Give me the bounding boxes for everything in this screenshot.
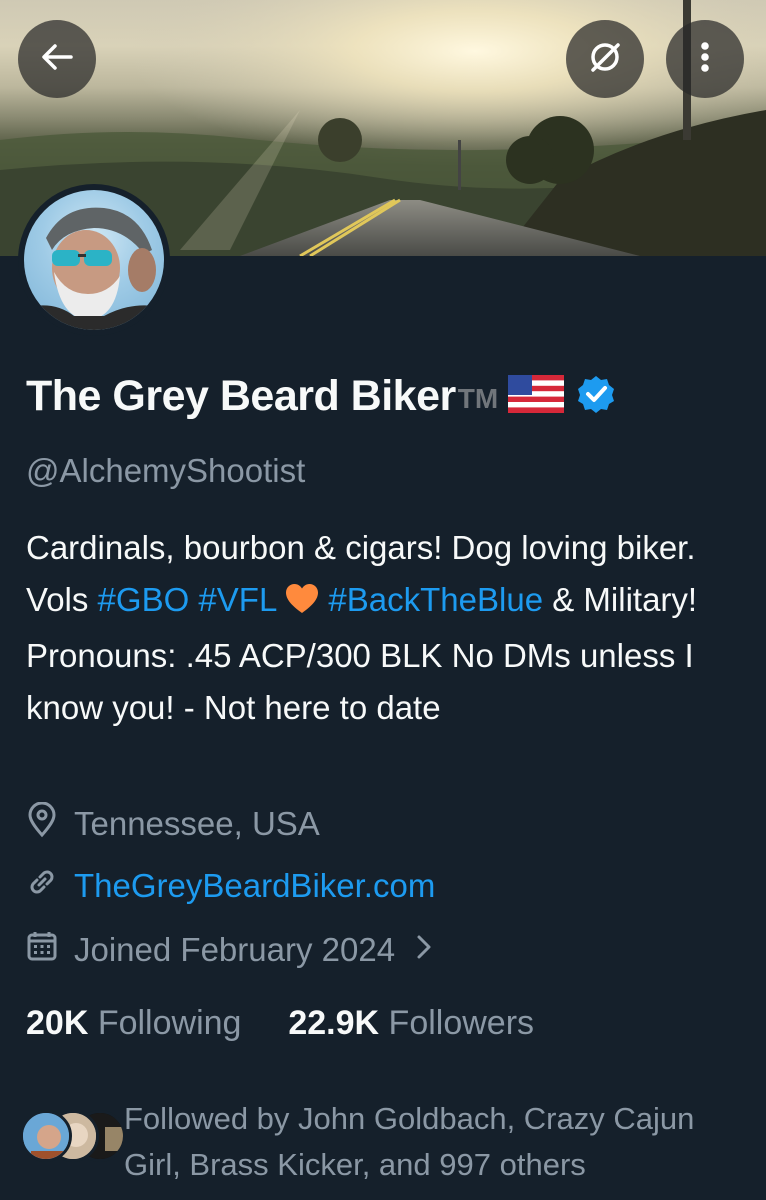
hashtag-vfl[interactable]: #VFL — [198, 581, 276, 618]
chevron-right-icon — [415, 931, 449, 969]
followers-link[interactable]: 22.9K Followers — [288, 1004, 534, 1042]
display-name: The Grey Beard Biker — [26, 372, 456, 420]
vertical-ellipsis-icon — [685, 37, 725, 82]
profile-handle: @AlchemyShootist — [26, 452, 306, 489]
orange-heart-icon — [285, 578, 319, 630]
profile-joined[interactable]: Joined February 2024 — [26, 930, 449, 970]
location-text: Tennessee, USA — [74, 805, 320, 842]
back-button[interactable] — [18, 20, 96, 98]
avatar-photo — [24, 190, 164, 330]
arrow-left-icon — [37, 37, 77, 82]
following-label: Following — [97, 1004, 242, 1042]
followed-by-text: Followed by John Goldbach, Crazy Cajun G… — [124, 1101, 695, 1182]
profile-avatar[interactable] — [18, 184, 170, 336]
joined-text: Joined February 2024 — [74, 931, 396, 968]
following-count: 20K — [26, 1004, 89, 1042]
followed-by-row[interactable]: Followed by John Goldbach, Crazy Cajun G… — [20, 1096, 754, 1188]
followers-count: 22.9K — [288, 1004, 380, 1042]
verified-badge-icon[interactable] — [576, 374, 616, 419]
grok-button[interactable] — [566, 20, 644, 98]
profile-stats: 20K Following 22.9K Followers — [26, 1004, 534, 1043]
location-pin-icon — [26, 801, 74, 846]
calendar-icon — [26, 930, 74, 970]
more-options-button[interactable] — [666, 20, 744, 98]
profile-bio: Cardinals, bourbon & cigars! Dog loving … — [26, 522, 746, 734]
hashtag-backtheblue[interactable]: #BackTheBlue — [328, 581, 543, 618]
slashed-circle-icon — [585, 37, 625, 82]
profile-location: Tennessee, USA — [26, 801, 320, 846]
trademark-symbol: TM — [457, 382, 499, 414]
follower-avatar — [20, 1110, 72, 1162]
followers-label: Followers — [388, 1004, 535, 1042]
followed-by-avatars — [20, 1110, 126, 1170]
profile-website[interactable]: TheGreyBeardBiker.com — [26, 866, 435, 906]
profile-name-row: The Grey Beard Biker TM — [26, 372, 616, 421]
link-icon — [26, 866, 74, 906]
hashtag-gbo[interactable]: #GBO — [98, 581, 190, 618]
us-flag-icon — [508, 375, 565, 418]
following-link[interactable]: 20K Following — [26, 1004, 241, 1042]
website-link[interactable]: TheGreyBeardBiker.com — [74, 867, 435, 905]
